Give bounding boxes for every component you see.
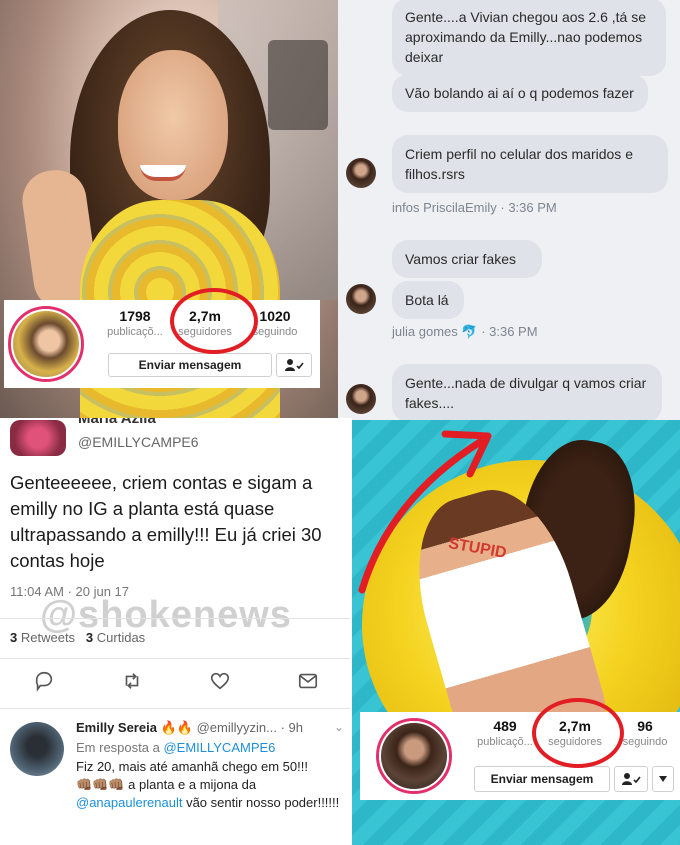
highlight-circle [532,698,624,768]
tweet-text: Genteeeeee, criem contas e sigam a emill… [10,472,322,571]
chat-bubble: Vamos criar fakes [392,240,542,278]
divider [0,708,352,709]
message-time: · 3:36 PM [481,324,538,339]
stat-posts[interactable]: 1798 publicaçõ... [100,308,170,338]
chat-bubble: Criem perfil no celular dos maridos e fi… [392,135,668,193]
avatar[interactable] [8,306,84,382]
highlight-circle [170,288,258,354]
red-arrow-icon [358,430,492,594]
reply-author-name: Emilly Sereia 🔥🔥 [76,720,193,735]
background-mirror [268,40,328,130]
retweet-icon[interactable] [121,670,143,692]
chat-bubble: Gente...nada de divulgar q vamos criar f… [392,364,662,422]
following-button[interactable] [614,766,648,792]
send-message-button[interactable]: Enviar mensagem [108,353,272,377]
tweet-author-name[interactable]: Maria Azila [78,418,156,427]
avatar[interactable] [346,158,376,188]
message-meta: infos PriscilaEmily · 3:36 PM [392,200,557,215]
reply-author[interactable]: Emilly Sereia 🔥🔥 @emillyyzin... · 9h [76,720,303,736]
message-meta: julia gomes 🐬 · 3:36 PM [392,324,538,340]
like-label[interactable]: Curtidas [97,630,145,645]
stat-label: publicaçõ... [107,326,163,338]
instagram-profile-card-bottom: 489 publicaçõ... 2,7m seguidores 96 segu… [360,712,680,800]
in-reply-handle-link[interactable]: @EMILLYCAMPE6 [163,740,275,755]
chevron-down-icon [659,776,667,782]
in-reply-to: Em resposta a @EMILLYCAMPE6 [76,740,275,755]
group-chat: Gente....a Vivian chegou aos 2.6 ,tá se … [338,0,680,422]
chat-bubble: Gente....a Vivian chegou aos 2.6 ,tá se … [392,0,666,76]
retweet-label[interactable]: Retweets [21,630,75,645]
like-icon[interactable] [209,670,231,692]
stat-posts[interactable]: 489 publicaçõ... [470,718,540,748]
divider [0,618,352,619]
fist-emoji-icon: 👊🏽👊🏽👊🏽 [76,777,125,792]
dolphin-icon: 🐬 [461,324,478,339]
avatar[interactable] [376,718,452,794]
reply-author-handle: @emillyyzin... [196,720,277,735]
reply-line1: Fiz 20, mais até amanhã chego em 50!!! [76,759,308,774]
stat-number: 489 [493,718,517,734]
avatar[interactable] [346,284,376,314]
person-check-icon [285,359,304,371]
sender-name: infos PriscilaEmily [392,200,497,215]
following-button[interactable] [276,353,312,377]
avatar[interactable] [10,420,66,456]
reply-age: · 9h [280,720,303,735]
message-time: · 3:36 PM [500,200,557,215]
person-check-icon [622,773,641,785]
reply-line3: vão sentir nosso poder!!!!!! [182,795,340,810]
avatar[interactable] [10,722,64,776]
chat-bubble: Bota lá [392,281,464,319]
in-reply-prefix: Em resposta a [76,740,160,755]
retweet-count[interactable]: 3 [10,630,17,645]
instagram-profile-card-top: 1798 publicaçõ... 2,7m seguidores 1020 s… [4,300,320,388]
like-count[interactable]: 3 [86,630,93,645]
tweet-card: Maria Azila @EMILLYCAMPE6 Genteeeeee, cr… [0,418,352,845]
avatar[interactable] [346,384,376,414]
tweet-author-handle[interactable]: @EMILLYCAMPE6 [78,434,199,450]
message-icon[interactable] [297,670,319,692]
send-message-button[interactable]: Enviar mensagem [474,766,610,792]
reply-text: Fiz 20, mais até amanhã chego em 50!!! 👊… [76,758,346,812]
chat-bubble: Vão bolando ai aí o q podemos fazer [392,74,648,112]
reply-icon[interactable] [33,670,55,692]
divider [0,658,352,659]
dropdown-button[interactable] [652,766,674,792]
tweet-actions [0,670,352,692]
stat-label: publicaçõ... [477,736,533,748]
mention-link[interactable]: @anapaulerenault [76,795,182,810]
chevron-down-icon[interactable]: ⌄ [334,720,344,734]
stat-number: 1798 [119,308,151,324]
sender-name: julia gomes [392,324,458,339]
tweet-stats: 3 Retweets 3 Curtidas [10,630,145,645]
reply-line2: a planta e a mijona da [124,777,257,792]
